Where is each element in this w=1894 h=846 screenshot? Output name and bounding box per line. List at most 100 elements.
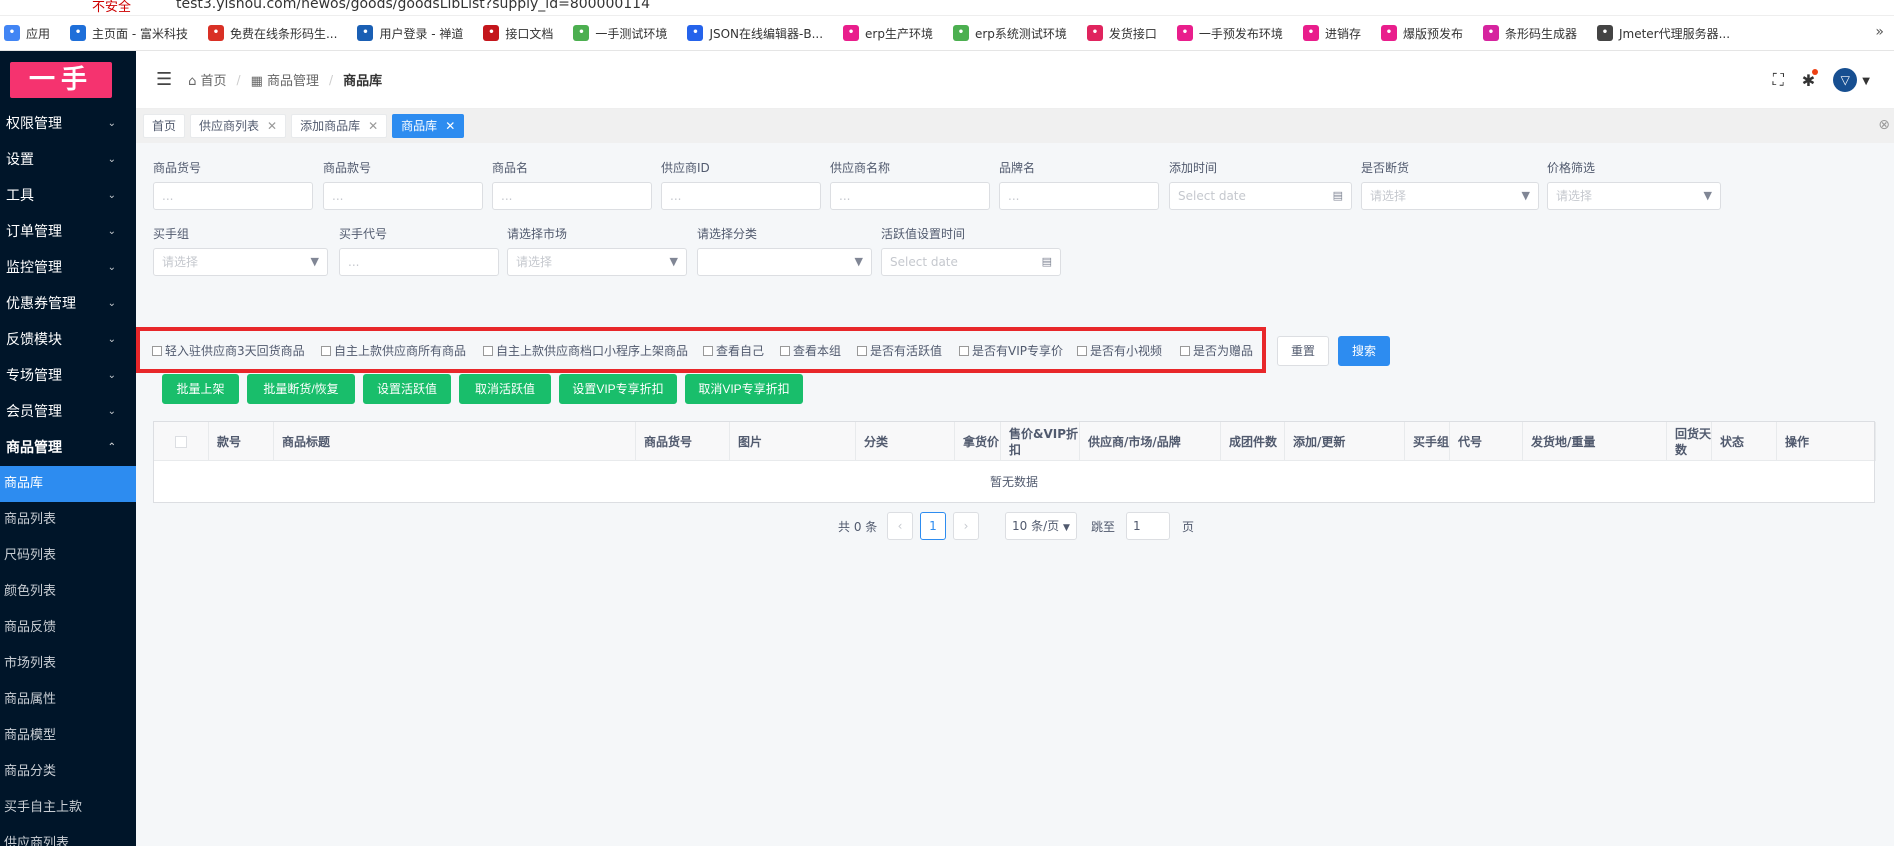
bookmark-item[interactable]: • Jmeter代理服务器...	[1596, 25, 1730, 42]
sidebar-menu-item[interactable]: 专场管理 ⌄	[0, 358, 136, 394]
jump-input[interactable]: 1	[1126, 512, 1170, 540]
close-all-tabs-icon[interactable]: ⊗	[1878, 117, 1890, 133]
sidebar-menu-item[interactable]: 反馈模块 ⌄	[0, 322, 136, 358]
sidebar-menu-item[interactable]: 订单管理 ⌄	[0, 214, 136, 250]
filter-input[interactable]: ...	[492, 182, 652, 210]
filter-checkbox[interactable]: 查看自己	[703, 342, 764, 359]
filter-checkbox[interactable]: 是否为赠品	[1180, 342, 1253, 359]
filter-input[interactable]: Select date ▤	[1169, 182, 1352, 210]
tab-item[interactable]: 添加商品库 ✕	[291, 114, 388, 138]
prev-page-button[interactable]: ‹	[887, 512, 913, 540]
filter-input[interactable]: 请选择 ▼	[1361, 182, 1539, 210]
bulk-action-button[interactable]: 设置VIP专享折扣	[559, 374, 677, 404]
bug-report-icon[interactable]: ✱	[1802, 68, 1819, 90]
bookmarks-more-icon[interactable]: »	[1875, 24, 1884, 40]
sidebar-menu-item[interactable]: 商品管理 ⌃	[0, 430, 136, 466]
filter-checkbox[interactable]: 查看本组	[780, 342, 841, 359]
sidebar-subitem[interactable]: 商品属性	[0, 682, 136, 718]
user-avatar[interactable]: ▽ ▼	[1833, 68, 1870, 92]
checkbox-square[interactable]	[703, 345, 713, 356]
filter-checkbox[interactable]: 自主上款供应商所有商品	[321, 342, 466, 359]
bulk-action-button[interactable]: 取消VIP专享折扣	[685, 374, 803, 404]
page-1-button[interactable]: 1	[920, 512, 946, 540]
filter-input[interactable]: ...	[999, 182, 1159, 210]
next-page-button[interactable]: ›	[953, 512, 979, 540]
close-icon[interactable]: ✕	[368, 119, 378, 133]
bookmark-item[interactable]: • 条形码生成器	[1482, 25, 1577, 42]
sidebar-menu-item[interactable]: 优惠券管理 ⌄	[0, 286, 136, 322]
filter-input[interactable]: ...	[339, 248, 499, 276]
checkbox-square[interactable]	[321, 345, 331, 356]
bookmark-item[interactable]: • 主页面 - 富米科技	[70, 25, 188, 42]
filter-checkbox[interactable]: 是否有小视频	[1077, 342, 1162, 359]
sidebar-menu-item[interactable]: 权限管理 ⌄	[0, 106, 136, 142]
bookmark-item[interactable]: • 免费在线条形码生...	[207, 25, 337, 42]
checkbox-square[interactable]	[483, 345, 493, 356]
filter-input[interactable]: 请选择 ▼	[1547, 182, 1721, 210]
filter-input[interactable]: ▼	[697, 248, 872, 276]
bookmark-item[interactable]: • 接口文档	[483, 25, 553, 42]
sidebar-subitem[interactable]: 颜色列表	[0, 574, 136, 610]
fullscreen-icon[interactable]: ⛶	[1773, 70, 1784, 90]
sidebar-subitem[interactable]: 买手自主上款	[0, 790, 136, 826]
sidebar-subitem[interactable]: 市场列表	[0, 646, 136, 682]
bookmark-item[interactable]: • 应用	[4, 25, 50, 42]
checkbox-square[interactable]	[1180, 345, 1190, 356]
filter-input[interactable]: Select date ▤	[881, 248, 1061, 276]
sidebar-subitem[interactable]: 商品分类	[0, 754, 136, 790]
select-all-checkbox[interactable]	[175, 435, 187, 448]
filter-checkbox[interactable]: 轻入驻供应商3天回货商品	[152, 342, 305, 359]
bookmark-item[interactable]: • 爆版预发布	[1380, 25, 1463, 42]
bookmark-item[interactable]: • 一手测试环境	[573, 25, 667, 42]
tab-item[interactable]: 首页	[143, 114, 186, 138]
page-size-select[interactable]: 10 条/页 ▼	[1005, 512, 1077, 540]
bookmark-item[interactable]: • 用户登录 - 禅道	[357, 25, 463, 42]
bookmark-item[interactable]: • 发货接口	[1086, 25, 1157, 42]
menu-toggle-icon[interactable]: ☰	[156, 69, 172, 90]
table-column-header: 回货天数	[1667, 422, 1712, 461]
filter-checkbox[interactable]: 是否有VIP专享价	[959, 342, 1063, 359]
filter-input[interactable]: 请选择 ▼	[153, 248, 328, 276]
reset-button[interactable]: 重置	[1277, 336, 1329, 366]
sidebar-menu-item[interactable]: 会员管理 ⌄	[0, 394, 136, 430]
breadcrumb-goods-management[interactable]: ▦ 商品管理	[251, 70, 319, 89]
app-logo[interactable]: 一手	[10, 62, 112, 98]
close-icon[interactable]: ✕	[267, 119, 277, 133]
checkbox-square[interactable]	[152, 345, 162, 356]
filter-input[interactable]: ...	[153, 182, 313, 210]
sidebar-subitem[interactable]: 供应商列表	[0, 826, 136, 846]
checkbox-square[interactable]	[857, 345, 867, 356]
sidebar-subitem[interactable]: 商品反馈	[0, 610, 136, 646]
filter-input[interactable]: ...	[661, 182, 821, 210]
filter-input[interactable]: ...	[830, 182, 990, 210]
bulk-action-button[interactable]: 批量断货/恢复	[247, 374, 355, 404]
sidebar-menu-item[interactable]: 监控管理 ⌄	[0, 250, 136, 286]
breadcrumb-home[interactable]: ⌂ 首页	[188, 70, 226, 89]
bulk-action-button[interactable]: 设置活跃值	[363, 374, 451, 404]
bulk-action-button[interactable]: 取消活跃值	[459, 374, 551, 404]
bookmark-item[interactable]: • erp生产环境	[843, 25, 933, 42]
sidebar-menu-item[interactable]: 工具 ⌄	[0, 178, 136, 214]
checkbox-square[interactable]	[780, 345, 790, 356]
sidebar-subitem[interactable]: 商品列表	[0, 502, 136, 538]
sidebar-subitem[interactable]: 商品库	[0, 466, 136, 502]
close-icon[interactable]: ✕	[445, 119, 455, 133]
filter-checkbox[interactable]: 是否有活跃值	[857, 342, 942, 359]
bookmark-item[interactable]: • 一手预发布环境	[1176, 25, 1283, 42]
bookmark-item[interactable]: • erp系统测试环境	[952, 25, 1067, 42]
bookmark-item[interactable]: • 进销存	[1302, 25, 1361, 42]
url-text[interactable]: test3.yishou.com/newos/goods/goodsLibLis…	[176, 0, 650, 12]
checkbox-square[interactable]	[1077, 345, 1087, 356]
tab-item[interactable]: 商品库 ✕	[392, 114, 465, 138]
filter-input[interactable]: ...	[323, 182, 483, 210]
filter-input[interactable]: 请选择 ▼	[507, 248, 687, 276]
sidebar-subitem[interactable]: 商品模型	[0, 718, 136, 754]
bookmark-item[interactable]: • JSON在线编辑器-B...	[687, 25, 823, 42]
tab-item[interactable]: 供应商列表 ✕	[190, 114, 287, 138]
filter-checkbox[interactable]: 自主上款供应商档口小程序上架商品	[483, 342, 688, 359]
sidebar-menu-item[interactable]: 设置 ⌄	[0, 142, 136, 178]
sidebar-subitem[interactable]: 尺码列表	[0, 538, 136, 574]
search-button[interactable]: 搜索	[1338, 336, 1390, 366]
bulk-action-button[interactable]: 批量上架	[162, 374, 239, 404]
checkbox-square[interactable]	[959, 345, 969, 356]
